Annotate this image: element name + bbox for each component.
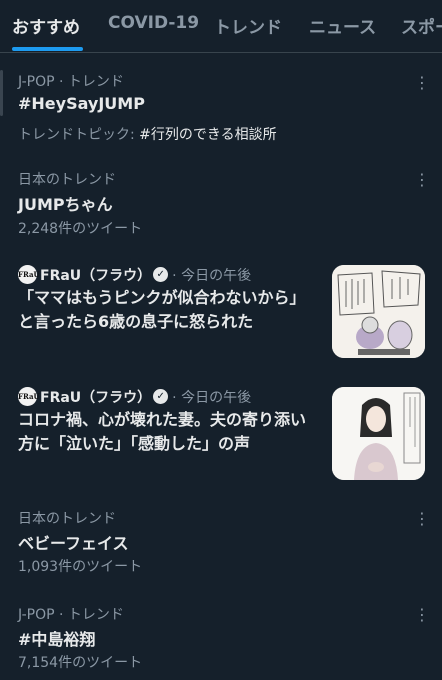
- news-source-name: FRaU（フラウ）: [40, 389, 152, 406]
- news-time: · 今日の午後: [172, 267, 252, 284]
- trend-item[interactable]: J-POP · トレンド #HeySayJUMP トレンドトピック: #行列ので…: [0, 62, 442, 152]
- trend-category: J-POP · トレンド: [18, 74, 124, 90]
- tab-trending[interactable]: トレンド: [214, 13, 282, 38]
- trend-category: 日本のトレンド: [18, 511, 116, 527]
- tweet-count: 7,154件のツイート: [18, 655, 143, 671]
- trend-title: JUMPちゃん: [18, 195, 113, 214]
- news-time: · 今日の午後: [172, 389, 252, 406]
- trend-title: #HeySayJUMP: [18, 94, 145, 113]
- active-tab-indicator: [12, 47, 83, 51]
- tab-news[interactable]: ニュース: [309, 13, 376, 38]
- trend-title: ベビーフェイス: [18, 534, 129, 553]
- manga-panel-thumbnail: [332, 265, 425, 358]
- news-headline: コロナ禍、心が壊れた妻。夫の寄り添い方に「泣いた」「感動した」の声: [18, 410, 307, 453]
- trend-title: #中島裕翔: [18, 630, 96, 649]
- trend-category: 日本のトレンド: [18, 172, 116, 188]
- news-source-row: FRaUFRaU（フラウ） ✓ · 今日の午後: [18, 386, 251, 406]
- more-options-icon[interactable]: ⋮: [414, 74, 430, 92]
- tab-sports[interactable]: スポー: [401, 13, 442, 38]
- tweet-count: 2,248件のツイート: [18, 221, 143, 237]
- news-source-row: FRaUFRaU（フラウ） ✓ · 今日の午後: [18, 264, 251, 284]
- news-item[interactable]: FRaUFRaU（フラウ） ✓ · 今日の午後 コロナ禍、心が壊れた妻。夫の寄り添い…: [0, 380, 442, 490]
- news-headline: 「ママはもうピンクが似合わないから」と言ったら6歳の息子に怒られた: [18, 288, 306, 331]
- verified-badge-icon: ✓: [153, 267, 169, 282]
- more-options-icon[interactable]: ⋮: [414, 606, 430, 624]
- trend-item[interactable]: 日本のトレンド ベビーフェイス 1,093件のツイート ⋮: [0, 500, 442, 580]
- news-source-name: FRaU（フラウ）: [40, 267, 152, 284]
- more-options-icon[interactable]: ⋮: [414, 171, 430, 189]
- news-item[interactable]: FRaUFRaU（フラウ） ✓ · 今日の午後 「ママはもうピンクが似合わないから」…: [0, 258, 442, 368]
- tab-covid19[interactable]: COVID-19: [108, 13, 199, 33]
- verified-badge-icon: ✓: [153, 389, 169, 404]
- illustration-woman-thumbnail: [332, 387, 425, 480]
- frau-logo: FRaU: [18, 387, 40, 406]
- trend-category: J-POP · トレンド: [18, 607, 124, 623]
- trend-topic-label: トレンドトピック:: [18, 127, 140, 143]
- more-options-icon[interactable]: ⋮: [414, 510, 430, 528]
- trend-item[interactable]: J-POP · トレンド #中島裕翔 7,154件のツイート ⋮: [0, 596, 442, 676]
- trend-item[interactable]: 日本のトレンド JUMPちゃん 2,248件のツイート ⋮: [0, 160, 442, 240]
- trend-topic-hashtag[interactable]: #行列のできる相談所: [139, 127, 276, 143]
- tab-recommended[interactable]: おすすめ: [12, 13, 80, 38]
- tweet-count: 1,093件のツイート: [18, 559, 143, 575]
- frau-logo: FRaU: [18, 265, 40, 284]
- trend-topic: トレンドトピック: #行列のできる相談所: [18, 124, 277, 144]
- explore-tabs: おすすめ COVID-19 トレンド ニュース スポー: [0, 0, 442, 53]
